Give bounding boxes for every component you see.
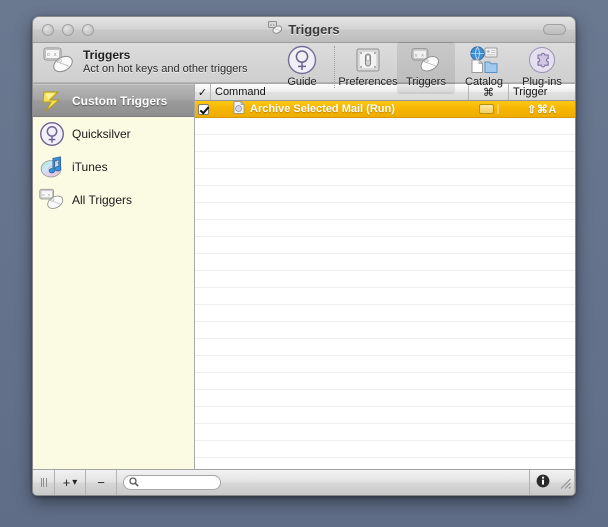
row-command-cell: Archive Selected Mail (Run)	[211, 101, 469, 117]
row-trigger-label: ⇧⌘A	[527, 103, 557, 116]
preferences-switch-icon	[354, 45, 382, 75]
add-button-label: +	[62, 475, 71, 490]
chevron-down-icon: ▾	[72, 477, 78, 488]
triggers-icon: o x	[411, 45, 441, 75]
info-button[interactable]	[529, 470, 555, 495]
sidebar-item-label: All Triggers	[72, 192, 133, 207]
empty-row	[195, 322, 575, 339]
remove-trigger-button[interactable]: −	[86, 470, 117, 495]
lightning-bolt-icon	[39, 88, 65, 114]
sidebar-item-itunes[interactable]: iTunes	[33, 150, 194, 183]
table-row[interactable]: Archive Selected Mail (Run) | ⇧⌘A	[195, 101, 575, 118]
row-command-label: Archive Selected Mail (Run)	[250, 103, 395, 115]
toolbar-item-catalog[interactable]: Catalog	[455, 42, 513, 94]
column-header-check[interactable]: ✓	[195, 84, 211, 100]
page-subtitle: Act on hot keys and other triggers	[83, 63, 248, 76]
triggers-icon: o x	[43, 46, 75, 79]
empty-row	[195, 271, 575, 288]
svg-text:o: o	[47, 52, 50, 58]
window-titlebar: o x Triggers	[33, 17, 575, 43]
resize-grip-icon[interactable]	[555, 470, 575, 495]
search-icon	[129, 474, 139, 492]
add-trigger-button[interactable]: + ▾	[55, 470, 86, 495]
toolbar-item-plugins[interactable]: Plug-ins	[513, 42, 571, 94]
empty-row	[195, 254, 575, 271]
sidebar-item-label: Quicksilver	[72, 126, 131, 141]
empty-row	[195, 186, 575, 203]
triggers-icon: o x	[39, 187, 65, 213]
search-area	[117, 475, 529, 490]
toolbar-item-label: Guide	[287, 76, 317, 88]
toolbar-item-label: Catalog	[465, 76, 503, 88]
sidebar-item-all-triggers[interactable]: o x All Triggers	[33, 183, 194, 216]
empty-row	[195, 441, 575, 458]
row-trigger-cell[interactable]: ⇧⌘A	[509, 101, 575, 117]
sidebar-item-custom-triggers[interactable]: Custom Triggers	[33, 84, 194, 117]
grip-lines	[40, 478, 47, 487]
toolbar-item-label: Preferences	[338, 76, 398, 88]
row-checkbox-cell[interactable]	[195, 101, 211, 117]
empty-row	[195, 203, 575, 220]
page-header-text: Triggers Act on hot keys and other trigg…	[83, 48, 248, 76]
sidebar-item-quicksilver[interactable]: Quicksilver	[33, 117, 194, 150]
info-icon	[536, 474, 550, 491]
catalog-icon	[469, 45, 499, 75]
empty-row	[195, 339, 575, 356]
toolbar-item-label: Plug-ins	[522, 76, 562, 88]
empty-row	[195, 288, 575, 305]
source-sidebar: Custom Triggers Quicksilver iTunes o x A…	[33, 84, 195, 469]
bottom-toolbar: + ▾ −	[33, 469, 575, 495]
empty-row	[195, 305, 575, 322]
empty-row	[195, 152, 575, 169]
window-body: Custom Triggers Quicksilver iTunes o x A…	[33, 83, 575, 469]
window-controls	[42, 23, 94, 36]
empty-row	[195, 407, 575, 424]
itunes-icon	[39, 154, 65, 180]
drag-grip-icon[interactable]	[33, 470, 55, 495]
toolbar-item-triggers[interactable]: o x Triggers	[397, 42, 455, 94]
close-button[interactable]	[42, 23, 54, 36]
quicksilver-icon	[39, 121, 65, 147]
window-badge-icon	[478, 104, 494, 114]
toolbar-toggle-button[interactable]	[543, 24, 566, 35]
empty-row	[195, 373, 575, 390]
empty-row	[195, 135, 575, 152]
toolbar-item-guide[interactable]: Guide	[273, 42, 331, 94]
svg-text:o x: o x	[270, 23, 275, 27]
table-body: Archive Selected Mail (Run) | ⇧⌘A	[195, 101, 575, 469]
row-cmdkey-separator: |	[496, 103, 500, 115]
sidebar-item-label: Custom Triggers	[72, 93, 168, 108]
toolbar-separator	[334, 46, 336, 88]
checkbox-checked-icon[interactable]	[197, 103, 209, 115]
triggers-list-pane: ✓ Command ⌘ Trigger Archive Selected Mai…	[195, 84, 575, 469]
triggers-window: o x Triggers o x Triggers Act on hot key…	[32, 16, 576, 496]
page-title: Triggers	[83, 48, 131, 63]
empty-row	[195, 237, 575, 254]
desktop-background: o x Triggers o x Triggers Act on hot key…	[0, 0, 608, 527]
quicksilver-guide-icon	[287, 45, 317, 75]
main-toolbar: Guide Preferences o x Triggers Catalog P…	[273, 42, 575, 96]
minimize-button[interactable]	[62, 23, 74, 36]
search-input[interactable]	[142, 476, 215, 489]
toolbar-item-label: Triggers	[406, 76, 446, 88]
empty-row	[195, 220, 575, 237]
empty-row	[195, 169, 575, 186]
empty-row	[195, 390, 575, 407]
empty-row	[195, 118, 575, 135]
plugins-puzzle-icon	[527, 45, 557, 75]
sidebar-item-label: iTunes	[72, 159, 108, 174]
row-cmdkey-cell: |	[469, 101, 509, 117]
window-title-group: o x Triggers	[33, 20, 575, 39]
window-title: Triggers	[288, 22, 340, 37]
search-field[interactable]	[123, 475, 221, 490]
svg-text:o: o	[415, 52, 418, 57]
zoom-button[interactable]	[82, 23, 94, 36]
toolbar-item-preferences[interactable]: Preferences	[338, 42, 398, 94]
remove-button-label: −	[97, 475, 105, 490]
svg-text:x: x	[48, 191, 50, 196]
empty-row	[195, 424, 575, 441]
command-document-icon	[233, 101, 245, 117]
triggers-icon: o x	[268, 20, 283, 39]
empty-row	[195, 356, 575, 373]
